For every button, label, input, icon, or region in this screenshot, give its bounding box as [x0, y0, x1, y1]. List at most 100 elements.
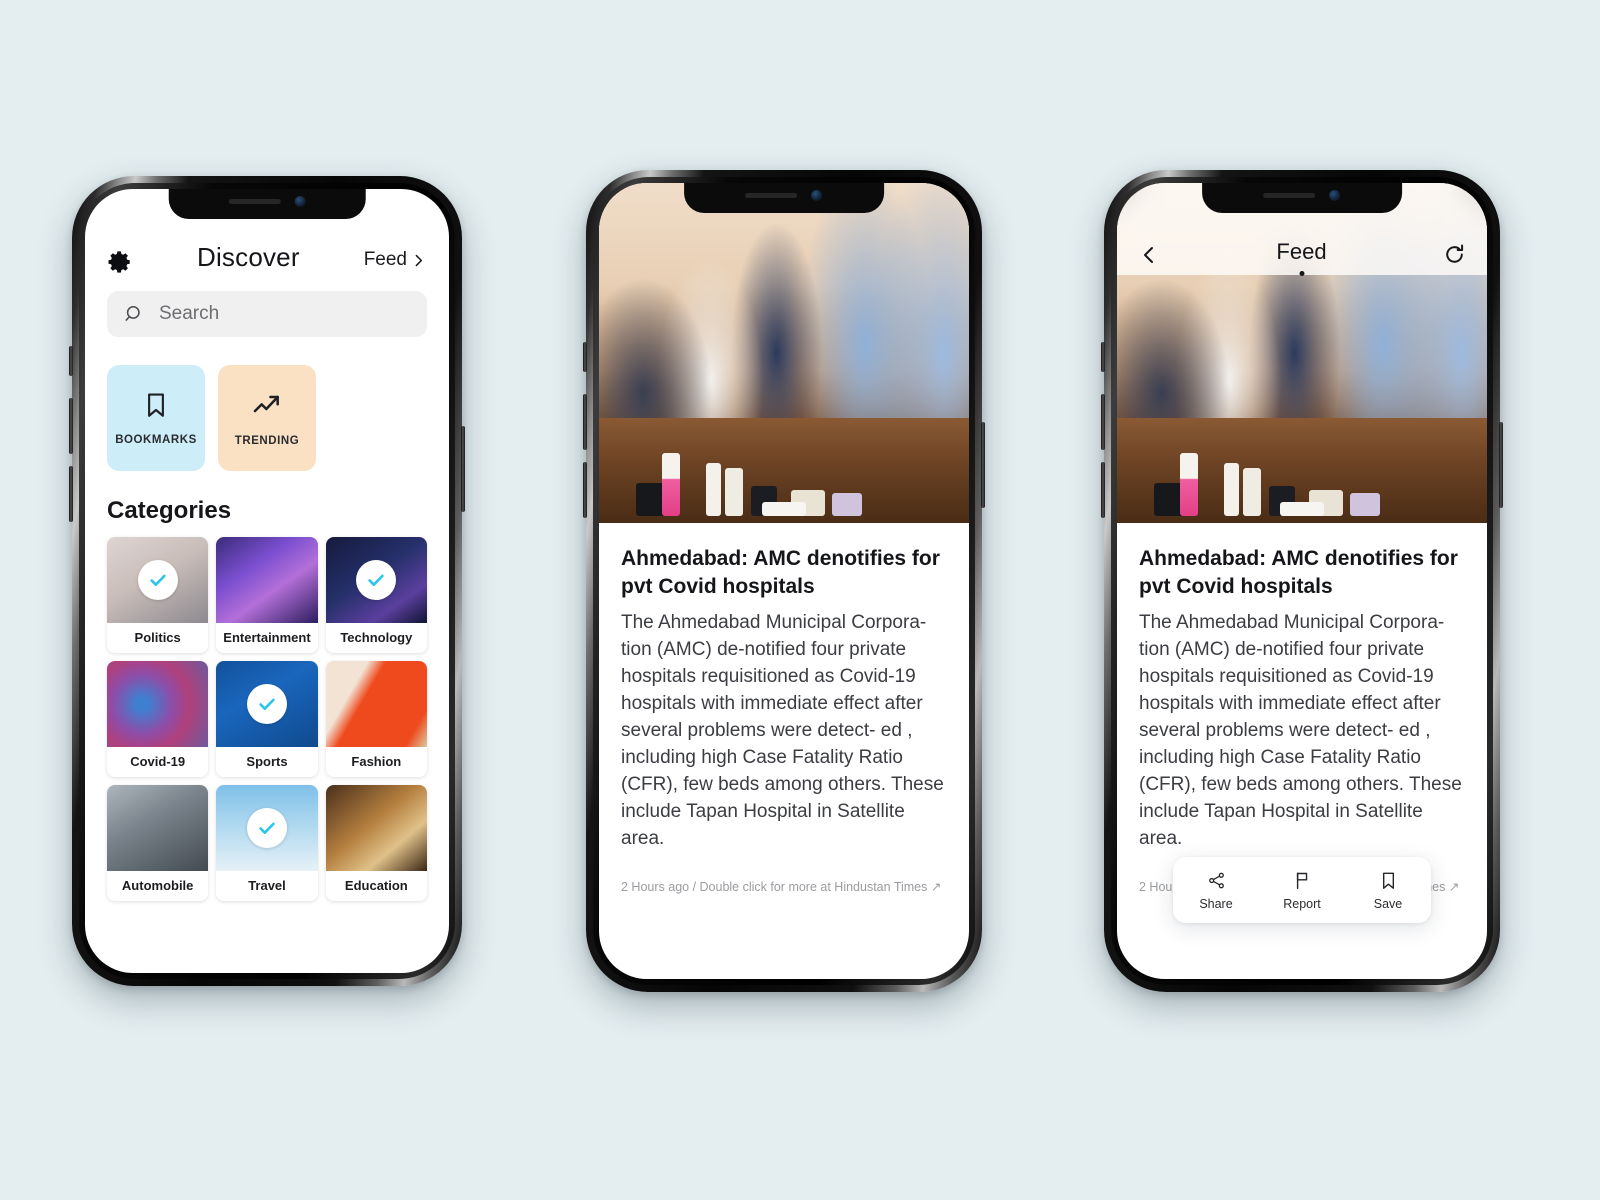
- categories-grid: Politics Entertainment Technology Covid-19 S…: [85, 537, 449, 901]
- category-card[interactable]: Fashion: [325, 661, 427, 777]
- feed-link-label: Feed: [363, 249, 407, 270]
- category-label: Technology: [340, 630, 413, 645]
- save-button[interactable]: Save: [1345, 870, 1431, 911]
- category-thumbnail: [325, 537, 427, 623]
- category-card[interactable]: Covid-19: [107, 661, 209, 777]
- front-camera: [1329, 189, 1341, 201]
- mockup-stage: Discover Feed Search BOOKMARKS TRENDING …: [0, 0, 1600, 1200]
- page-indicator-dot: [1299, 271, 1304, 276]
- report-label: Report: [1283, 896, 1321, 911]
- category-card[interactable]: Education: [325, 785, 427, 901]
- gear-icon[interactable]: [107, 249, 133, 275]
- article-title: Ahmedabad: AMC denotifies for pvt Covid …: [621, 547, 940, 598]
- check-icon: [259, 822, 275, 834]
- quick-actions-row: BOOKMARKS TRENDING: [85, 337, 449, 471]
- front-camera: [811, 189, 823, 201]
- volume-up-button[interactable]: [583, 394, 587, 450]
- share-icon: [1208, 872, 1224, 888]
- category-label: Covid-19: [130, 754, 186, 769]
- feed-title-label: Feed: [1276, 239, 1327, 264]
- article-action-bar: Share Report Save: [1173, 857, 1431, 923]
- category-selected-badge: [356, 560, 397, 600]
- category-label: Education: [344, 878, 408, 893]
- volume-up-button[interactable]: [69, 398, 73, 454]
- search-input[interactable]: Search: [107, 291, 427, 337]
- earpiece-speaker: [1263, 192, 1316, 198]
- category-thumbnail: [325, 785, 427, 871]
- check-icon: [259, 698, 275, 710]
- category-label: Travel: [248, 878, 286, 893]
- category-card[interactable]: Automobile: [107, 785, 209, 901]
- power-button[interactable]: [461, 426, 465, 512]
- category-label: Entertainment: [223, 630, 311, 645]
- device-notch: [1202, 183, 1402, 213]
- category-selected-badge: [246, 808, 287, 848]
- bookmarks-tile[interactable]: BOOKMARKS: [107, 365, 205, 471]
- share-label: Share: [1199, 896, 1233, 911]
- category-selected-badge: [137, 560, 178, 600]
- earpiece-speaker: [745, 192, 798, 198]
- device-notch: [684, 183, 884, 213]
- phone-discover: Discover Feed Search BOOKMARKS TRENDING …: [69, 176, 465, 986]
- article-body: Ahmedabad: AMC denotifies for pvt Covid …: [599, 523, 969, 894]
- search-placeholder: Search: [159, 303, 220, 324]
- trending-up-icon: [253, 395, 279, 413]
- mute-switch[interactable]: [69, 346, 73, 376]
- article-text: The Ahmedabad Municipal Corpora- tion (A…: [621, 612, 944, 850]
- category-thumbnail: [107, 661, 209, 747]
- feed-link[interactable]: Feed: [364, 249, 427, 275]
- check-icon: [149, 574, 166, 586]
- category-thumbnail: [216, 661, 318, 747]
- article-body: Ahmedabad: AMC denotifies for pvt Covid …: [1117, 523, 1487, 894]
- category-thumbnail: [325, 661, 427, 747]
- share-button[interactable]: Share: [1173, 870, 1259, 911]
- bookmark-icon: [1382, 872, 1394, 889]
- volume-down-button[interactable]: [583, 462, 587, 518]
- categories-heading: Categories: [107, 497, 232, 524]
- category-thumbnail: [216, 785, 318, 871]
- category-thumbnail: [107, 537, 209, 623]
- front-camera: [294, 195, 306, 207]
- mute-switch[interactable]: [583, 342, 587, 372]
- category-card[interactable]: Entertainment: [216, 537, 318, 653]
- report-button[interactable]: Report: [1259, 870, 1345, 911]
- category-label: Fashion: [351, 754, 402, 769]
- check-icon: [368, 574, 385, 586]
- device-notch: [168, 189, 366, 219]
- mute-switch[interactable]: [1101, 342, 1105, 372]
- save-label: Save: [1373, 896, 1403, 911]
- category-card[interactable]: Sports: [216, 661, 318, 777]
- earpiece-speaker: [228, 198, 281, 204]
- volume-up-button[interactable]: [1101, 394, 1105, 450]
- chevron-right-icon: [415, 254, 423, 266]
- refresh-icon[interactable]: [1442, 242, 1467, 267]
- phone-article: Ahmedabad: AMC denotifies for pvt Covid …: [583, 170, 985, 992]
- phone-screen-discover: Discover Feed Search BOOKMARKS TRENDING …: [85, 189, 449, 973]
- category-thumbnail: [216, 537, 318, 623]
- phone-screen-article: Ahmedabad: AMC denotifies for pvt Covid …: [599, 183, 969, 979]
- bookmarks-label: BOOKMARKS: [115, 434, 197, 446]
- flag-icon: [1296, 871, 1307, 889]
- bookmark-icon: [148, 393, 164, 417]
- article-source-link[interactable]: 2 Hours ago / Double click for more at H…: [621, 853, 947, 894]
- article-title: Ahmedabad: AMC denotifies for pvt Covid …: [1139, 547, 1458, 598]
- power-button[interactable]: [1499, 422, 1503, 508]
- power-button[interactable]: [981, 422, 985, 508]
- chevron-left-icon[interactable]: [1137, 243, 1161, 267]
- article-text: The Ahmedabad Municipal Corpora- tion (A…: [1139, 612, 1462, 850]
- category-label: Sports: [246, 754, 288, 769]
- category-card[interactable]: Travel: [216, 785, 318, 901]
- trending-tile[interactable]: TRENDING: [218, 365, 316, 471]
- category-label: Automobile: [121, 878, 194, 893]
- phone-feed-detail: Feed Ahmedabad: AMC denotifies for pvt C…: [1101, 170, 1503, 992]
- category-card[interactable]: Politics: [107, 537, 209, 653]
- category-label: Politics: [134, 630, 181, 645]
- article-image: [599, 183, 969, 523]
- trending-label: TRENDING: [234, 435, 300, 447]
- feed-title: Feed: [1276, 239, 1327, 276]
- volume-down-button[interactable]: [69, 466, 73, 522]
- category-card[interactable]: Technology: [325, 537, 427, 653]
- category-thumbnail: [107, 785, 209, 871]
- category-selected-badge: [246, 684, 287, 724]
- volume-down-button[interactable]: [1101, 462, 1105, 518]
